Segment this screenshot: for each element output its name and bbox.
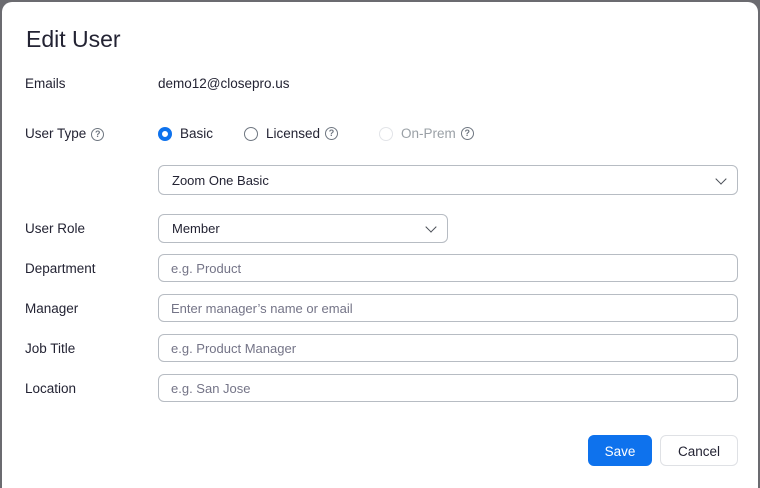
- user-role-label: User Role: [25, 221, 86, 236]
- department-input[interactable]: [171, 255, 725, 281]
- user-type-onprem-radio: On-Prem ?: [379, 126, 474, 141]
- manager-input[interactable]: [171, 295, 725, 321]
- user-role-select[interactable]: Member: [158, 214, 448, 243]
- chevron-down-icon: [715, 173, 727, 185]
- location-label: Location: [25, 381, 77, 396]
- emails-value: demo12@closepro.us: [158, 76, 290, 91]
- manager-label: Manager: [25, 301, 79, 316]
- radio-disabled-icon: [379, 126, 393, 141]
- plan-select[interactable]: Zoom One Basic: [158, 165, 738, 195]
- user-type-label: User Type: [25, 126, 87, 141]
- chevron-down-icon: [425, 221, 437, 233]
- job-title-label: Job Title: [25, 341, 76, 356]
- user-type-label-row: User Type?: [25, 126, 105, 141]
- department-label: Department: [25, 261, 96, 276]
- help-icon[interactable]: ?: [325, 127, 339, 140]
- radio-label-onprem: On-Prem: [401, 126, 456, 141]
- plan-select-value: Zoom One Basic: [172, 173, 269, 188]
- radio-checked-icon[interactable]: [158, 126, 172, 141]
- emails-label: Emails: [25, 76, 66, 91]
- user-type-basic-radio[interactable]: Basic: [158, 126, 213, 141]
- location-input[interactable]: [171, 375, 725, 401]
- manager-field[interactable]: [158, 294, 738, 322]
- help-icon[interactable]: ?: [91, 127, 105, 141]
- save-button[interactable]: Save: [588, 435, 652, 466]
- department-field[interactable]: [158, 254, 738, 282]
- radio-unchecked-icon[interactable]: [244, 126, 258, 141]
- job-title-input[interactable]: [171, 335, 725, 361]
- location-field[interactable]: [158, 374, 738, 402]
- radio-label-basic: Basic: [180, 126, 214, 141]
- help-icon[interactable]: ?: [460, 127, 474, 140]
- job-title-field[interactable]: [158, 334, 738, 362]
- edit-user-dialog: Edit User Emails demo12@closepro.us User…: [2, 2, 758, 488]
- user-type-licensed-radio[interactable]: Licensed ?: [244, 126, 339, 141]
- dialog-title: Edit User: [26, 26, 121, 52]
- radio-label-licensed: Licensed: [266, 126, 321, 141]
- user-role-select-value: Member: [172, 221, 220, 236]
- cancel-button[interactable]: Cancel: [660, 435, 738, 466]
